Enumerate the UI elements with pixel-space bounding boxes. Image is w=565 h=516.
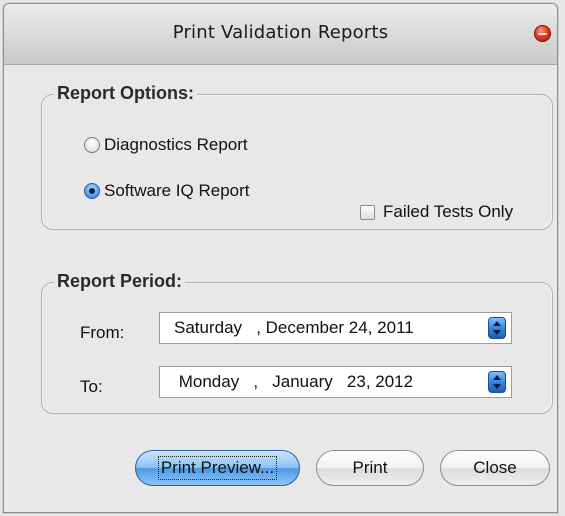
report-period-group: Report Period: From: Saturday , December… bbox=[41, 271, 553, 414]
from-label: From: bbox=[80, 323, 125, 342]
report-options-legend: Report Options: bbox=[54, 83, 197, 104]
failed-tests-only-label: Failed Tests Only bbox=[383, 202, 514, 221]
close-icon[interactable] bbox=[534, 25, 551, 42]
print-preview-button[interactable]: Print Preview... bbox=[135, 450, 300, 486]
from-date-picker[interactable]: Saturday , December 24, 2011 bbox=[159, 312, 512, 344]
spinner-up-down-icon[interactable] bbox=[488, 317, 506, 339]
from-date-value: Saturday , December 24, 2011 bbox=[174, 318, 414, 337]
print-button[interactable]: Print bbox=[316, 450, 424, 486]
software-iq-report-label: Software IQ Report bbox=[104, 181, 250, 200]
report-options-group: Report Options: Diagnostics Report Softw… bbox=[41, 83, 553, 230]
close-label: Close bbox=[473, 458, 517, 477]
spinner-up-down-icon[interactable] bbox=[488, 371, 506, 393]
print-validation-reports-dialog: Print Validation Reports Report Options:… bbox=[3, 3, 558, 513]
to-date-picker[interactable]: Monday , January 23, 2012 bbox=[159, 366, 512, 398]
title-bar: Print Validation Reports bbox=[4, 4, 557, 65]
report-period-legend: Report Period: bbox=[54, 271, 186, 292]
radio-unchecked-icon bbox=[84, 137, 100, 153]
window-title: Print Validation Reports bbox=[172, 22, 389, 43]
to-label: To: bbox=[80, 377, 103, 396]
print-label: Print bbox=[352, 458, 388, 477]
radio-checked-icon bbox=[84, 183, 100, 199]
software-iq-report-radio[interactable]: Software IQ Report bbox=[84, 181, 250, 201]
diagnostics-report-label: Diagnostics Report bbox=[104, 135, 248, 154]
close-button[interactable]: Close bbox=[440, 450, 550, 486]
print-preview-label: Print Preview... bbox=[157, 456, 278, 480]
checkbox-unchecked-icon bbox=[360, 204, 375, 220]
to-date-value: Monday , January 23, 2012 bbox=[174, 372, 414, 391]
failed-tests-only-checkbox[interactable]: Failed Tests Only bbox=[360, 202, 513, 222]
diagnostics-report-radio[interactable]: Diagnostics Report bbox=[84, 135, 248, 155]
